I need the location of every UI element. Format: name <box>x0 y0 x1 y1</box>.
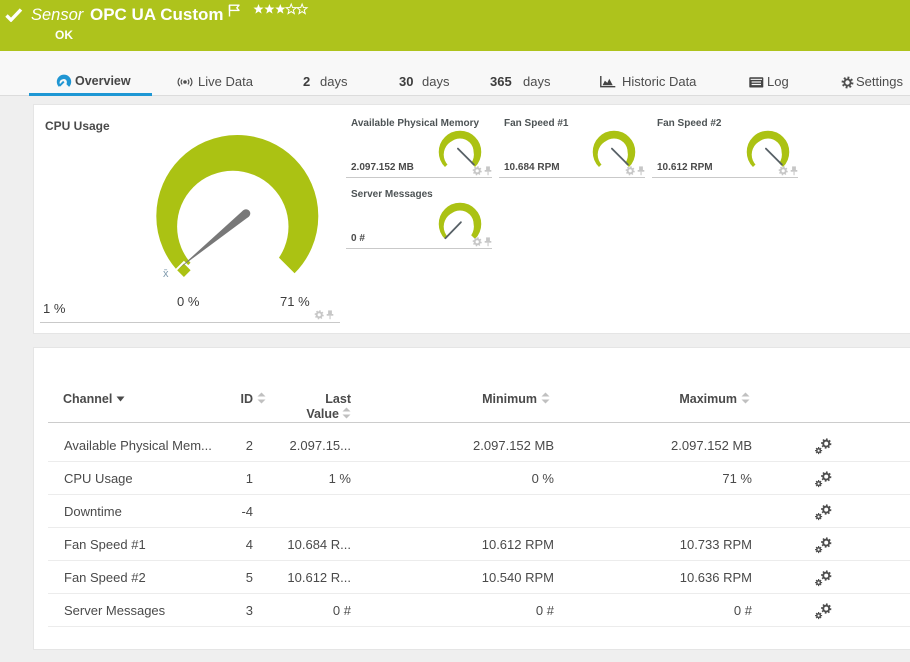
svg-text:x̄: x̄ <box>163 268 169 280</box>
